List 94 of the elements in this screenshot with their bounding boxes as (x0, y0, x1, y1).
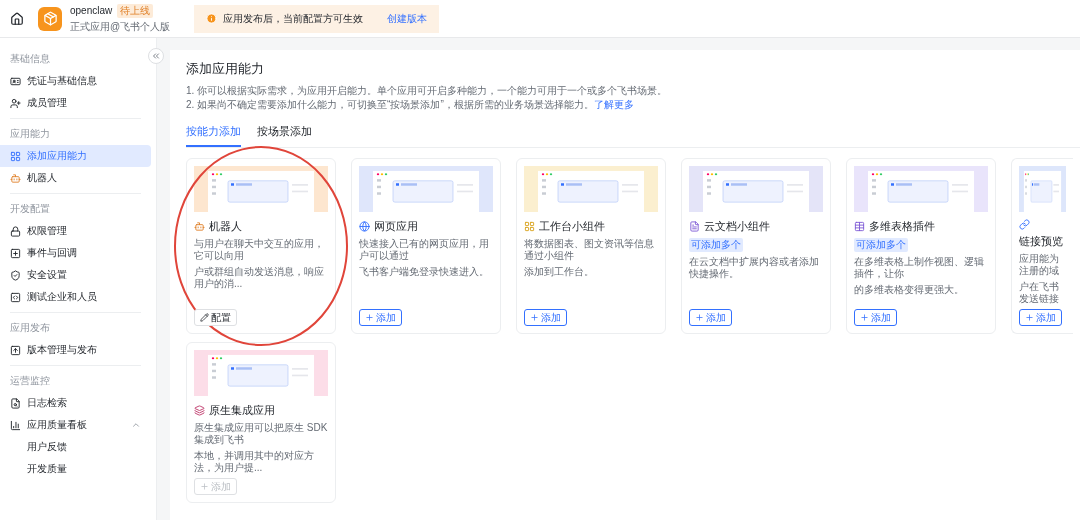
document-icon (689, 221, 700, 232)
notice-text: 应用发布后，当前配置方可生效 (223, 11, 364, 26)
sidebar-item[interactable]: 事件与回调 (0, 242, 151, 264)
note-text: 1. 你可以根据实际需求，为应用开启能力。单个应用可开启多种能力，一个能力可用于一个或多个飞书场景。 (186, 84, 669, 98)
add-button[interactable]: 添加 (689, 309, 732, 326)
section-title: 应用发布 (9, 321, 51, 335)
card-title: 链接预览 (1019, 234, 1063, 249)
grid-icon (524, 221, 535, 232)
card-description: 户或群组自动发送消息，响应用户的消... (194, 266, 325, 290)
plus-icon (200, 482, 209, 491)
collapse-button[interactable] (148, 48, 164, 64)
add-button[interactable]: 添加 (359, 309, 402, 326)
pencil-icon (200, 313, 209, 322)
plus-icon (1025, 313, 1034, 322)
card-title: 网页应用 (374, 219, 418, 234)
user-plus-icon (10, 97, 21, 109)
capability-card[interactable]: 工作台小组件 将数据图表、图文资讯等信息通过小组件 添加到工作台。 添加 (516, 158, 666, 334)
sidebar-item[interactable]: 版本管理与发布 (0, 339, 151, 361)
plus-icon (365, 313, 374, 322)
note-text: 2. 如果尚不确定需要添加什么能力，可切换至“按场景添加”，根据所需的业务场景选择能力。了解更多 (186, 98, 635, 112)
code-icon (10, 291, 21, 303)
app-logo (38, 6, 62, 31)
sidebar-item[interactable]: 日志检索 (0, 392, 151, 414)
card-description: 户在飞书发送链接 (1019, 281, 1060, 305)
sidebar-subitem[interactable]: 开发质量 (0, 458, 151, 480)
section-title: 开发配置 (9, 202, 51, 216)
bar-chart-icon (10, 419, 21, 431)
double-chevron-icon (151, 51, 161, 61)
card-title: 云文档小组件 (704, 219, 770, 234)
shield-icon (10, 269, 21, 281)
sidebar-item[interactable]: 添加应用能力 (0, 145, 151, 167)
learn-more-link[interactable]: 了解更多 (593, 99, 634, 110)
home-icon[interactable] (10, 11, 24, 26)
card-description: 的多维表格变得更强大。 (854, 284, 965, 296)
chevron-icon[interactable] (131, 420, 141, 430)
sidebar-subitem[interactable]: 用户反馈 (0, 436, 151, 458)
card-description: 快速接入已有的网页应用，用户可以通过 (359, 238, 490, 262)
upload-icon (10, 344, 21, 356)
card-tag: 可添加多个 (689, 238, 743, 252)
card-description: 原生集成应用可以把原生 SDK 集成到飞书 (194, 422, 328, 446)
grid-icon (10, 150, 21, 162)
id-card-icon (10, 75, 21, 87)
plus-icon (695, 313, 704, 322)
robot-icon (194, 221, 205, 232)
capability-card[interactable]: 网页应用 快速接入已有的网页应用，用户可以通过 飞书客户端免登录快速进入。 添加 (351, 158, 501, 334)
add-button[interactable]: 添加 (524, 309, 567, 326)
plus-icon (530, 313, 539, 322)
card-title: 原生集成应用 (209, 403, 275, 418)
section-title: 应用能力 (9, 127, 51, 141)
status-badge: 待上线 (117, 3, 154, 18)
robot-icon (10, 172, 21, 184)
tab[interactable]: 按场景添加 (257, 120, 312, 147)
layers-icon (194, 405, 205, 416)
card-description: 本地，并调用其中的对应方法，为用户提... (194, 450, 315, 474)
lock-icon (10, 225, 21, 237)
file-search-icon (10, 397, 21, 409)
create-version-link[interactable]: 创建版本 (387, 11, 428, 26)
card-description: 在多维表格上制作视图、逻辑插件，让你 (854, 256, 985, 280)
card-title: 多维表格插件 (869, 219, 935, 234)
page-title: 添加应用能力 (186, 60, 265, 78)
section-title: 运营监控 (9, 374, 51, 388)
card-description: 与用户在聊天中交互的应用，它可以向用 (194, 238, 325, 262)
card-description: 添加到工作台。 (524, 266, 595, 278)
capability-card[interactable]: 多维表格插件 可添加多个 在多维表格上制作视图、逻辑插件，让你 的多维表格变得更强大。 添加 (846, 158, 996, 334)
tab[interactable]: 按能力添加 (186, 120, 241, 147)
app-name: openclaw (70, 5, 113, 16)
app-subtitle: 正式应用@飞书个人版 (70, 19, 171, 34)
link-icon (1019, 219, 1030, 230)
capability-card[interactable]: 云文档小组件 可添加多个 在云文档中扩展内容或者添加快捷操作。 添加 (681, 158, 831, 334)
card-description: 应用能为注册的域 (1019, 253, 1060, 277)
sidebar-item[interactable]: 机器人 (0, 167, 151, 189)
sidebar-item[interactable]: 安全设置 (0, 264, 151, 286)
table-icon (854, 221, 865, 232)
info-icon (206, 13, 218, 24)
sidebar-item[interactable]: 测试企业和人员 (0, 286, 151, 308)
capability-card[interactable]: 链接预览 应用能为注册的域 户在飞书发送链接 添加 (1011, 158, 1073, 334)
plus-square-icon (10, 247, 21, 259)
card-description: 在云文档中扩展内容或者添加快捷操作。 (689, 256, 820, 280)
configure-button[interactable]: 配置 (194, 309, 237, 326)
card-title: 工作台小组件 (539, 219, 605, 234)
card-description: 飞书客户端免登录快速进入。 (359, 266, 490, 278)
plus-icon (860, 313, 869, 322)
sidebar-item[interactable]: 应用质量看板 (0, 414, 151, 436)
sidebar-item[interactable]: 凭证与基础信息 (0, 70, 151, 92)
section-title: 基础信息 (9, 52, 51, 66)
card-title: 机器人 (209, 219, 242, 234)
card-tag: 可添加多个 (854, 238, 908, 252)
add-button[interactable]: 添加 (1019, 309, 1062, 326)
globe-icon (359, 221, 370, 232)
sidebar-item[interactable]: 成员管理 (0, 92, 151, 114)
add-button[interactable]: 添加 (854, 309, 897, 326)
capability-card[interactable]: 机器人 与用户在聊天中交互的应用，它可以向用 户或群组自动发送消息，响应用户的消... 配置 (186, 158, 336, 334)
card-description: 将数据图表、图文资讯等信息通过小组件 (524, 238, 655, 262)
sidebar-item[interactable]: 权限管理 (0, 220, 151, 242)
